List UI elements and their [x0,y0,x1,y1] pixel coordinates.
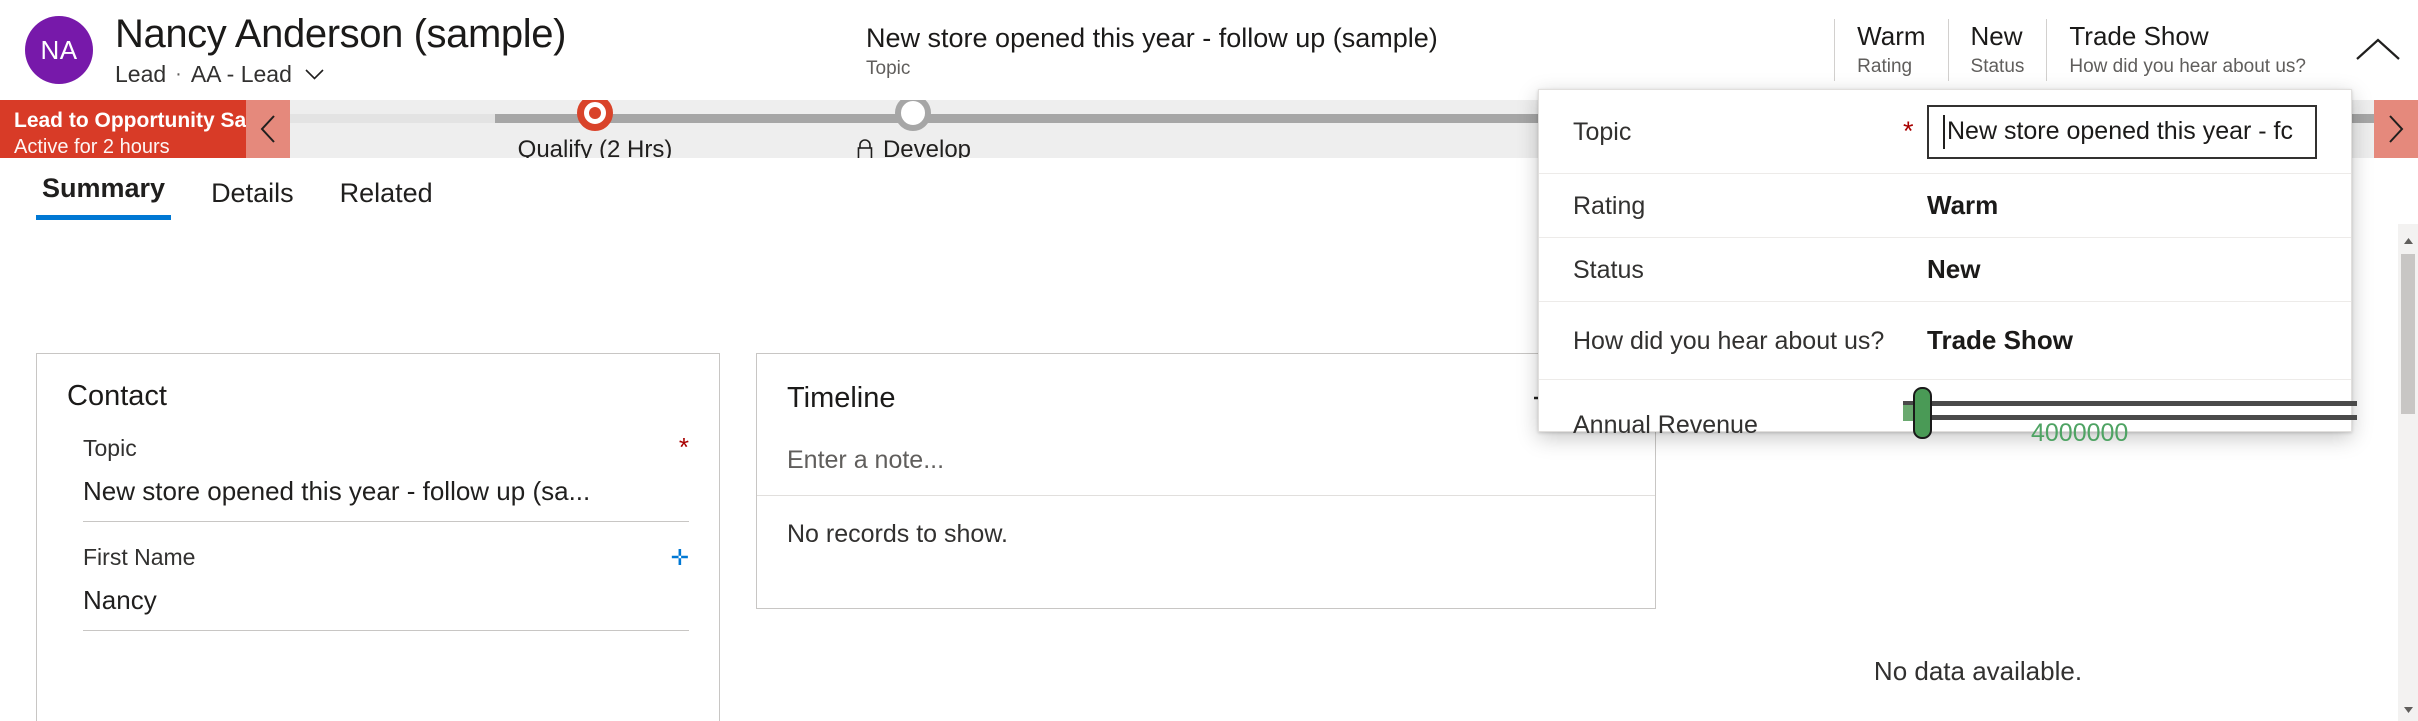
text-caret [1943,115,1945,149]
contact-field-topic-value[interactable]: New store opened this year - follow up (… [83,462,689,522]
flyout-row-source: How did you hear about us? Trade Show [1539,302,2351,380]
contact-field-topic: Topic * New store opened this year - fol… [83,413,689,522]
header-fields-flyout: Topic * New store opened this year - fc … [1538,89,2352,432]
process-active-duration: Active for 2 hours [14,134,232,160]
header-field-source-value: Trade Show [2069,20,2306,52]
contact-card-title: Contact [37,354,719,413]
chevron-up-icon [2355,37,2401,63]
contact-field-firstname: First Name ✛ Nancy [83,522,689,631]
process-name-block[interactable]: Lead to Opportunity Sale... Active for 2… [0,100,246,158]
header-topic-label: Topic [866,58,1438,80]
timeline-note-input[interactable]: Enter a note... [757,446,1655,496]
process-prev-button[interactable] [246,100,290,158]
flyout-rating-label: Rating [1573,190,1903,222]
subtitle-separator: · [175,59,182,89]
header-fields: Warm Rating New Status Trade Show How di… [1834,19,2418,81]
header-field-source-label: How did you hear about us? [2069,54,2306,80]
flyout-row-rating: Rating Warm [1539,174,2351,238]
header-field-status[interactable]: New Status [1948,19,2047,81]
header-field-status-value: New [1971,20,2025,52]
header-field-status-label: Status [1971,54,2025,80]
avatar: NA [25,16,93,84]
flyout-topic-input[interactable]: New store opened this year - fc [1927,105,2317,159]
slider-track-top [1903,401,2357,406]
timeline-card: Timeline Enter a note... No records to s… [756,353,1656,609]
flyout-annual-revenue-label: Annual Revenue [1573,409,1903,441]
flyout-source-value[interactable]: Trade Show [1927,325,2073,356]
form-selector-label: AA - Lead [191,59,292,89]
header-field-rating-label: Rating [1857,54,1925,80]
stage-active-icon [577,100,613,131]
header-field-source[interactable]: Trade Show How did you hear about us? [2046,19,2328,81]
flyout-status-label: Status [1573,254,1903,286]
timeline-empty-message: No records to show. [757,496,1655,573]
scrollbar-thumb[interactable] [2401,254,2415,414]
avatar-initials: NA [40,35,77,66]
right-panel-empty-message: No data available. [1668,656,2288,687]
header-title-block: Nancy Anderson (sample) Lead · AA - Lead [115,11,566,89]
stage-idle-icon [895,100,931,131]
header-topic-block: New store opened this year - follow up (… [866,21,1438,80]
collapse-header-button[interactable] [2338,19,2418,81]
contact-field-topic-label: Topic [83,435,137,462]
tab-details[interactable]: Details [205,176,300,220]
record-subtitle: Lead · AA - Lead [115,59,566,89]
header-field-rating[interactable]: Warm Rating [1834,19,1947,81]
process-stage-qualify-label: Qualify (2 Hrs) [518,136,673,158]
chevron-down-icon[interactable] [305,69,324,80]
dynamics-lead-form: NA Nancy Anderson (sample) Lead · AA - L… [0,0,2418,721]
entity-type-label: Lead [115,59,166,89]
flyout-topic-value: New store opened this year - fc [1947,117,2293,146]
slider-thumb[interactable] [1913,387,1932,439]
annual-revenue-slider[interactable]: 4000000 [1903,389,2317,461]
header-field-rating-value: Warm [1857,20,1925,52]
scroll-down-arrow-icon[interactable] [2398,699,2418,721]
chevron-left-icon [259,114,277,144]
flyout-row-annual-revenue: Annual Revenue 4000000 [1539,380,2351,470]
flyout-status-value[interactable]: New [1927,254,1980,285]
tab-related[interactable]: Related [334,176,439,220]
flyout-row-topic: Topic * New store opened this year - fc [1539,90,2351,174]
lock-icon [855,138,875,158]
timeline-header: Timeline [757,354,1655,420]
tab-summary[interactable]: Summary [36,171,171,220]
vertical-scrollbar[interactable] [2398,224,2418,721]
slider-track-bottom [1903,415,2357,420]
chevron-right-icon [2387,114,2405,144]
process-next-button[interactable] [2374,100,2418,158]
timeline-title: Timeline [787,382,1521,415]
process-stage-develop[interactable]: Develop [698,100,1128,158]
process-name: Lead to Opportunity Sale... [14,108,232,134]
page-title: Nancy Anderson (sample) [115,11,566,57]
contact-field-firstname-label: First Name [83,544,195,571]
flyout-topic-label: Topic [1573,116,1903,148]
process-stage-develop-label: Develop [883,136,971,158]
record-header: NA Nancy Anderson (sample) Lead · AA - L… [0,0,2418,100]
scroll-up-arrow-icon[interactable] [2398,230,2418,252]
contact-field-firstname-value[interactable]: Nancy [83,571,689,631]
flyout-source-label: How did you hear about us? [1573,325,1903,357]
flyout-rating-value[interactable]: Warm [1927,190,1998,221]
flyout-row-status: Status New [1539,238,2351,302]
process-stage-develop-label-wrap: Develop [855,136,971,158]
flyout-annual-revenue-value: 4000000 [2031,419,2128,448]
header-topic-value: New store opened this year - follow up (… [866,21,1438,55]
contact-card: Contact Topic * New store opened this ye… [36,353,720,721]
required-marker-icon: * [1903,116,1927,147]
